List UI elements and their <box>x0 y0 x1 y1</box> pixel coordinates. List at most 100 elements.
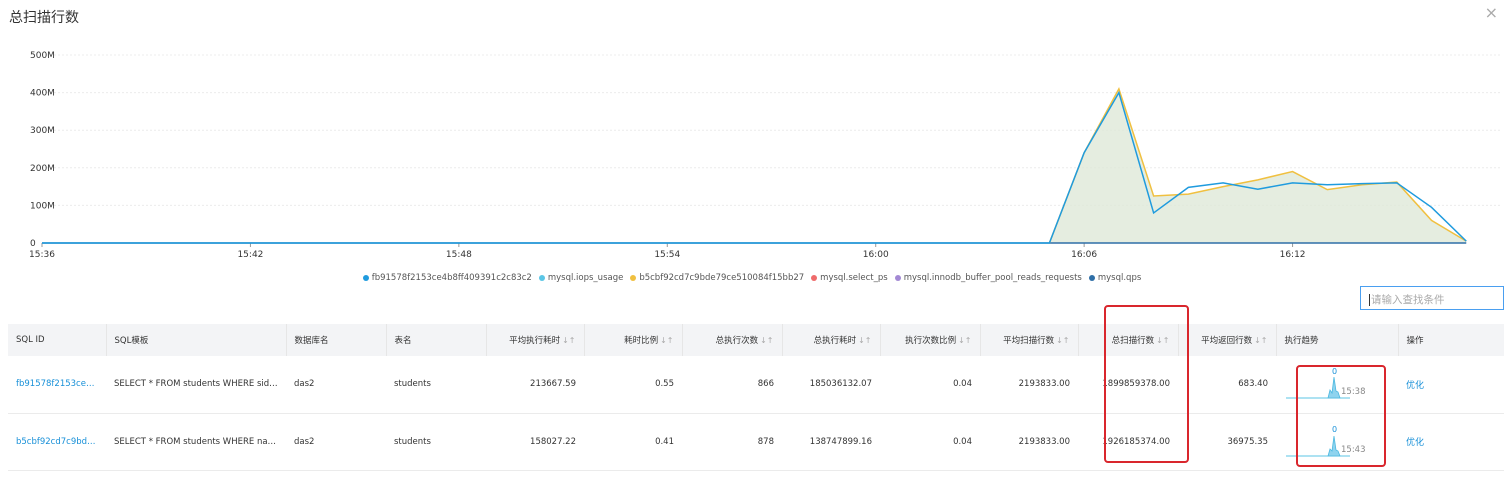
avg-return-rows-cell: 36975.35 <box>1227 436 1268 447</box>
legend-dot-icon <box>894 275 901 281</box>
y-tick-label: 0 <box>30 239 36 249</box>
x-tick-label: 15:54 <box>654 250 680 260</box>
header-avg-scan-rows[interactable]: 平均扫描行数 ↓↑ <box>980 324 1079 356</box>
legend-label: fb91578f2153ce4b8ff409391c2c83c2 <box>371 273 532 283</box>
trend-cell[interactable]: 0 15:43 <box>1276 413 1398 470</box>
sql-template-cell: SELECT * FROM students WHERE nam... <box>114 436 284 447</box>
x-tick-label: 16:06 <box>1071 250 1097 260</box>
slow-sql-table: SQL ID SQL模板 数据库名 表名 平均执行耗时 ↓↑ 耗时比例 ↓↑ 总执行… <box>8 324 1504 471</box>
legend-item[interactable]: mysql.innodb_buffer_pool_reads_requests <box>894 273 1082 283</box>
header-action: 操作 <box>1406 336 1424 346</box>
sort-icon: ↓↑ <box>760 336 774 345</box>
avg-scan-rows-cell: 2193833.00 <box>1018 379 1070 390</box>
legend-label: mysql.innodb_buffer_pool_reads_requests <box>903 273 1082 283</box>
optimize-link[interactable]: 优化 <box>1406 381 1424 391</box>
x-axis-ticks: 15:36 15:42 15:48 15:54 16:00 16:06 16:12 <box>29 243 1306 260</box>
avg-return-rows-cell: 683.40 <box>1238 379 1268 390</box>
legend-dot-icon <box>630 275 637 281</box>
database-cell: das2 <box>294 436 315 447</box>
legend-label: mysql.qps <box>1097 273 1142 283</box>
sparkline-time: 15:43 <box>1341 444 1366 455</box>
header-exec-count[interactable]: 总执行次数 ↓↑ <box>682 324 783 356</box>
total-exec-time-cell: 185036132.07 <box>809 379 872 390</box>
header-time-ratio[interactable]: 耗时比例 ↓↑ <box>584 324 683 356</box>
legend-label: mysql.iops_usage <box>547 273 624 283</box>
exec-count-ratio-cell: 0.04 <box>953 436 972 447</box>
table-row: fb91578f2153ce4b... SELECT * FROM studen… <box>8 356 1504 413</box>
close-icon[interactable]: × <box>1485 5 1498 21</box>
sparkline-time: 15:38 <box>1341 387 1366 398</box>
sql-id-link[interactable]: b5cbf92cd7c9bde7... <box>8 413 106 470</box>
sql-template-cell: SELECT * FROM students WHERE sid L... <box>114 379 285 390</box>
x-tick-label: 16:12 <box>1280 250 1306 260</box>
avg-exec-time-cell: 158027.22 <box>530 436 576 447</box>
avg-scan-rows-cell: 2193833.00 <box>1018 436 1070 447</box>
header-exec-count-ratio[interactable]: 执行次数比例 ↓↑ <box>880 324 981 356</box>
header-table-name: 表名 <box>386 324 487 356</box>
chart-legend: fb91578f2153ce4b8ff409391c2c83c2 mysql.io… <box>0 273 1504 283</box>
y-tick-label: 200M <box>30 164 55 174</box>
sort-icon: ↓↑ <box>958 336 972 345</box>
sparkline-value: 0 <box>1332 424 1338 434</box>
y-tick-label: 100M <box>30 201 55 211</box>
sort-icon: ↓↑ <box>1056 336 1070 345</box>
sort-icon: ↓↑ <box>1254 336 1268 345</box>
table-header-row: SQL ID SQL模板 数据库名 表名 平均执行耗时 ↓↑ 耗时比例 ↓↑ 总执行… <box>8 324 1504 356</box>
time-ratio-cell: 0.55 <box>655 379 674 390</box>
sort-icon: ↓↑ <box>660 336 674 345</box>
legend-item[interactable]: mysql.select_ps <box>811 273 888 283</box>
sort-icon: ↓↑ <box>1156 336 1170 345</box>
chart-area-fill <box>1049 88 1467 243</box>
trend-sparkline[interactable]: 0 15:38 <box>1284 367 1366 401</box>
trend-cell[interactable]: 0 15:38 <box>1276 356 1398 413</box>
sparkline-value: 0 <box>1332 367 1338 377</box>
scan-rows-line-chart: 0100M200M300M400M500M 15:36 15:42 15:48 15:… <box>29 51 1501 260</box>
header-total-scan-rows[interactable]: 总扫描行数 ↓↑ <box>1078 324 1179 356</box>
legend-item[interactable]: mysql.qps <box>1088 273 1142 283</box>
legend-dot-icon <box>1088 275 1095 281</box>
y-tick-label: 500M <box>30 51 55 61</box>
table-row: b5cbf92cd7c9bde7... SELECT * FROM studen… <box>8 413 1504 470</box>
sort-icon: ↓↑ <box>858 336 872 345</box>
legend-label: mysql.select_ps <box>820 273 888 283</box>
legend-dot-icon <box>362 275 369 281</box>
database-cell: das2 <box>294 379 315 390</box>
panel-title: 总扫描行数 <box>9 10 79 26</box>
series-area <box>1049 88 1467 243</box>
trend-sparkline[interactable]: 0 15:43 <box>1284 424 1366 459</box>
header-avg-return-rows[interactable]: 平均返回行数 ↓↑ <box>1178 324 1277 356</box>
sql-id-link[interactable]: fb91578f2153ce4b... <box>8 356 106 413</box>
legend-item[interactable]: mysql.iops_usage <box>538 273 624 283</box>
header-total-exec-time[interactable]: 总执行耗时 ↓↑ <box>782 324 881 356</box>
x-tick-label: 15:36 <box>29 250 55 260</box>
sort-icon: ↓↑ <box>562 336 576 345</box>
avg-exec-time-cell: 213667.59 <box>530 379 576 390</box>
total-scan-rows-cell: 1899859378.00 <box>1102 379 1170 390</box>
search-input[interactable]: 请输入查找条件 <box>1360 286 1504 310</box>
sparkline-area <box>1327 377 1341 399</box>
legend-dot-icon <box>811 275 818 281</box>
time-ratio-cell: 0.41 <box>655 436 674 447</box>
legend-item[interactable]: fb91578f2153ce4b8ff409391c2c83c2 <box>362 273 532 283</box>
header-avg-exec-time[interactable]: 平均执行耗时 ↓↑ <box>486 324 585 356</box>
action-cell: 优化 <box>1398 413 1504 470</box>
x-tick-label: 15:48 <box>446 250 472 260</box>
header-sql-template: SQL模板 <box>106 324 287 356</box>
search-placeholder: 请输入查找条件 <box>1371 294 1445 306</box>
y-axis-ticks: 0 100M 200M 300M 400M 500M <box>30 51 55 249</box>
optimize-link[interactable]: 优化 <box>1406 438 1424 448</box>
exec-count-ratio-cell: 0.04 <box>953 379 972 390</box>
x-tick-label: 16:00 <box>863 250 889 260</box>
header-sql-id: SQL ID <box>8 324 107 356</box>
y-tick-label: 400M <box>30 89 55 99</box>
table-name-cell: students <box>394 436 431 447</box>
legend-item[interactable]: b5cbf92cd7c9bde79ce510084f15bb27 <box>630 273 804 283</box>
action-cell: 优化 <box>1398 356 1504 413</box>
text-caret <box>1369 294 1370 306</box>
sparkline-area <box>1327 435 1341 456</box>
header-exec-trend: 执行趋势 <box>1276 324 1399 356</box>
table-name-cell: students <box>394 379 431 390</box>
header-database: 数据库名 <box>286 324 387 356</box>
total-exec-time-cell: 138747899.16 <box>809 436 872 447</box>
legend-dot-icon <box>538 275 545 281</box>
